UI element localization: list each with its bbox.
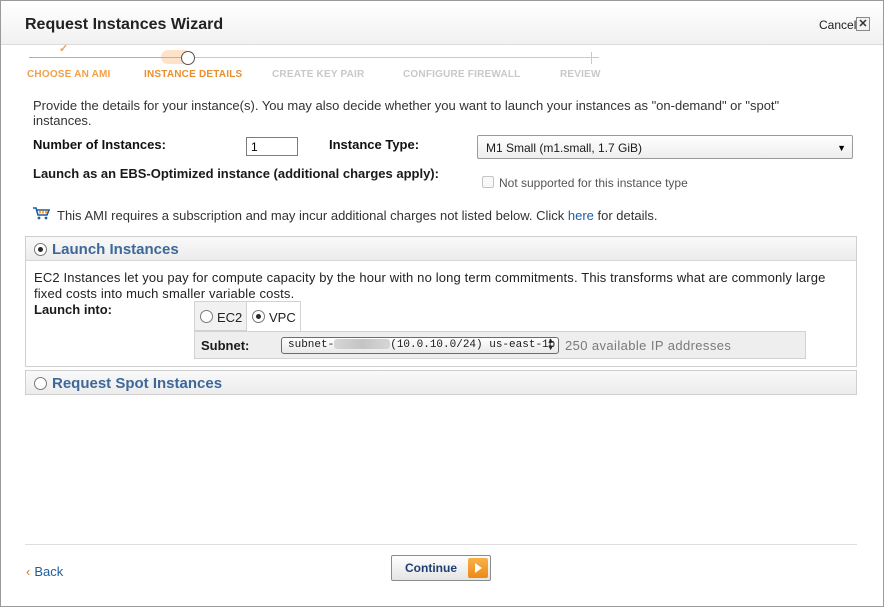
num-instances-input[interactable] [246, 137, 298, 156]
ec2-radio[interactable] [200, 310, 213, 323]
play-arrow-icon [468, 558, 488, 578]
continue-button[interactable]: Continue [391, 555, 491, 581]
dialog-titlebar: Request Instances Wizard Cancel ✕ [1, 1, 883, 45]
launch-into-label: Launch into: [34, 302, 112, 317]
request-instances-dialog: Request Instances Wizard Cancel ✕ ✓ CHOO… [0, 0, 884, 607]
ami-details-link[interactable]: here [568, 208, 594, 223]
request-spot-panel[interactable]: Request Spot Instances [25, 370, 857, 395]
subnet-label: Subnet: [201, 338, 250, 353]
available-ip-count: 250 available IP addresses [565, 338, 732, 353]
close-icon[interactable]: ✕ [856, 17, 870, 31]
intro-text: Provide the details for your instance(s)… [33, 98, 780, 128]
launch-instances-radio[interactable] [34, 243, 47, 256]
step-configure-firewall: CONFIGURE FIREWALL [403, 69, 521, 80]
step-done-check-icon: ✓ [59, 43, 69, 55]
tab-vpc[interactable]: VPC [246, 301, 301, 331]
step-choose-ami: CHOOSE AN AMI [27, 69, 111, 80]
footer-divider [25, 544, 857, 545]
shopping-cart-icon [33, 207, 50, 220]
ebs-not-supported-note: Not supported for this instance type [499, 176, 688, 190]
redacted-subnet-id [334, 339, 391, 350]
launch-instances-title: Launch Instances [52, 241, 179, 258]
continue-label: Continue [405, 561, 457, 575]
launch-instances-panel: Launch Instances EC2 Instances let you p… [25, 236, 857, 367]
step-create-key-pair: CREATE KEY PAIR [272, 69, 365, 80]
step-review: REVIEW [560, 69, 601, 80]
instance-type-select[interactable]: M1 Small (m1.small, 1.7 GiB) ▼ [477, 135, 853, 159]
step-instance-details: INSTANCE DETAILS [144, 69, 243, 80]
ami-note-text: This AMI requires a subscription and may… [57, 208, 568, 223]
launch-instances-description: EC2 Instances let you pay for compute ca… [34, 270, 826, 301]
subnet-row: Subnet: subnet- (10.0.10.0/24) us-east-1b… [194, 331, 806, 359]
tab-vpc-label: VPC [269, 310, 296, 325]
tab-ec2-label: EC2 [217, 310, 243, 325]
step-current-marker-icon [181, 51, 195, 65]
request-spot-title: Request Spot Instances [52, 375, 223, 392]
launch-into-tabs: EC2 VPC [194, 301, 306, 331]
vpc-radio[interactable] [252, 310, 265, 323]
back-label: Back [34, 564, 64, 579]
ebs-optimized-label: Launch as an EBS-Optimized instance (add… [33, 166, 439, 181]
launch-instances-header[interactable]: Launch Instances [26, 237, 856, 261]
progress-end-tick [591, 52, 592, 64]
subnet-select[interactable]: subnet- (10.0.10.0/24) us-east-1b ▲ ▼ [281, 337, 559, 354]
ami-note-text-end: for details. [593, 208, 658, 223]
ebs-optimized-checkbox[interactable] [482, 176, 494, 188]
instance-type-value: M1 Small (m1.small, 1.7 GiB) [486, 141, 643, 155]
back-arrow-icon: ‹ [26, 564, 31, 579]
num-instances-label: Number of Instances: [33, 137, 166, 152]
subnet-suffix: (10.0.10.0/24) us-east-1b [390, 339, 556, 351]
instance-type-label: Instance Type: [329, 137, 420, 152]
cancel-link[interactable]: Cancel [819, 18, 856, 32]
select-stepper-icon: ▲ ▼ [548, 337, 553, 353]
dialog-title: Request Instances Wizard [25, 16, 224, 33]
wizard-progress: ✓ CHOOSE AN AMI INSTANCE DETAILS CREATE … [1, 43, 883, 87]
ami-subscription-note: This AMI requires a subscription and may… [57, 208, 657, 223]
request-spot-radio[interactable] [34, 377, 47, 390]
chevron-down-icon: ▼ [837, 143, 846, 153]
back-link[interactable]: ‹ Back [26, 564, 63, 579]
subnet-prefix: subnet- [288, 339, 335, 351]
tab-ec2[interactable]: EC2 [194, 301, 246, 331]
progress-track-done [29, 57, 181, 58]
